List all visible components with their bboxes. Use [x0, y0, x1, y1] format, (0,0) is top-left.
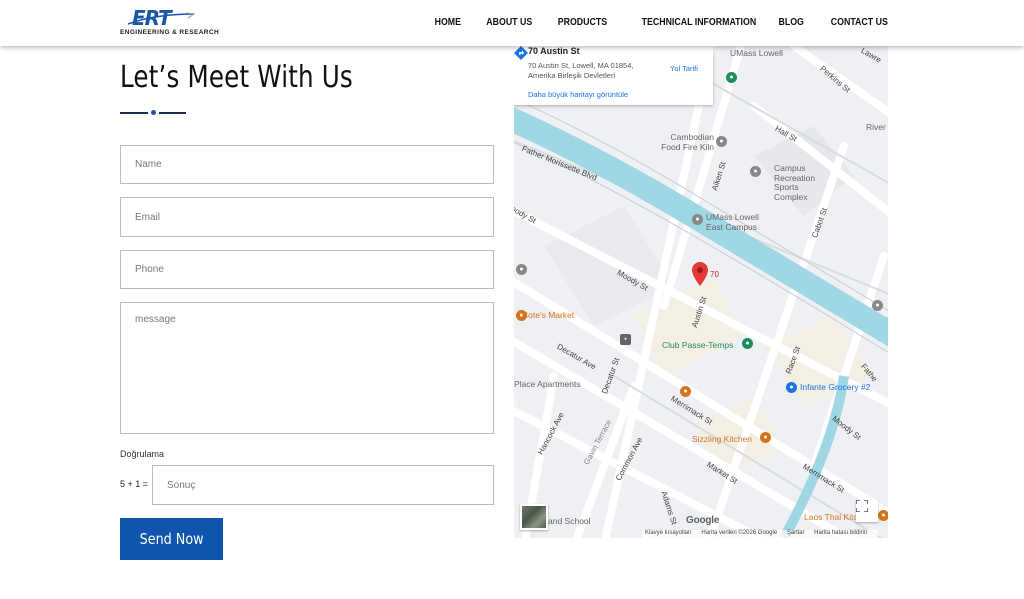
page: ERT ENGINEERING & RESEARCH HOME ABOUT US… [0, 0, 1024, 599]
place-address: 70 Austin St, Lowell, MA 01854, Amerika … [528, 61, 634, 80]
title-divider-right [159, 112, 186, 114]
poi-sizzling-kitchen: Sizzling Kitchen [692, 434, 753, 444]
map-data-label: Harita verileri ©2026 Google [701, 530, 778, 536]
site-header: ERT ENGINEERING & RESEARCH HOME ABOUT US… [0, 0, 1024, 46]
captcha-question: 5 + 1 = [120, 479, 149, 489]
verification-label: Doğrulama [120, 449, 165, 459]
poi-cambodian: Cambodian Food Fire Kiln [661, 132, 714, 152]
send-now-label: Send Now [139, 530, 204, 548]
directions-label[interactable]: Yol Tarifi [670, 64, 698, 73]
restaurant-pin-icon[interactable]: ● [680, 386, 691, 397]
terms-link[interactable]: Şartlar [787, 530, 805, 536]
bus-stop-icon[interactable]: ▪ [620, 334, 631, 345]
place-pin-icon-left[interactable]: ● [516, 264, 527, 275]
marker-label: 70 [710, 270, 719, 279]
poi-infante-grocery: Infante Grocery #2 [800, 382, 871, 392]
google-map[interactable]: 70 Austin St 70 Austin St, Lowell, MA 01… [514, 46, 888, 538]
title-divider-left [120, 112, 148, 114]
satellite-toggle-button[interactable] [520, 504, 548, 530]
umass-lowell-pin-icon[interactable]: ● [726, 72, 737, 83]
map-canvas [514, 46, 888, 538]
email-input[interactable] [120, 197, 494, 237]
location-marker-icon[interactable] [692, 262, 708, 286]
report-error-link[interactable]: Harita hatası bildirin [814, 530, 867, 536]
fullscreen-button[interactable] [856, 500, 878, 522]
cambodian-pin-icon[interactable]: ● [716, 136, 727, 147]
main-nav: HOME ABOUT US PRODUCTS TECHNICAL INFORMA… [412, 17, 888, 28]
poi-umass-lowell: UMass Lowell [730, 48, 783, 58]
google-logo[interactable]: Google [686, 515, 719, 526]
keyboard-shortcuts-link[interactable]: Klavye kısayolları [645, 530, 692, 536]
poi-and-school: and School [548, 516, 591, 526]
map-attribution: Klavye kısayolları Harita verileri ©2026… [642, 530, 879, 538]
logo-text: ERT [132, 6, 172, 30]
nav-products[interactable]: PRODUCTS [558, 17, 607, 28]
poi-umass-east: UMass Lowell East Campus [706, 212, 759, 232]
send-now-button[interactable]: Send Now [120, 518, 223, 560]
captcha-answer-input[interactable] [152, 465, 494, 505]
place-info-card: 70 Austin St 70 Austin St, Lowell, MA 01… [514, 46, 713, 105]
ert-logo[interactable]: ERT ENGINEERING & RESEARCH [118, 6, 220, 40]
name-input[interactable] [120, 145, 494, 184]
place-pin-icon[interactable]: ● [872, 300, 883, 311]
view-larger-map-link[interactable]: Daha büyük haritayı görüntüle [528, 90, 628, 99]
infante-pin-icon[interactable]: ● [786, 382, 797, 393]
nav-about-us[interactable]: ABOUT US [486, 17, 532, 28]
poi-laos-thai: Laos Thai Kitc [804, 512, 858, 522]
directions-icon[interactable] [514, 46, 528, 60]
poi-cotes-market: Cote's Market [522, 310, 575, 320]
campus-rec-pin-icon[interactable]: ● [750, 166, 761, 177]
nav-home[interactable]: HOME [434, 17, 460, 28]
nav-technical-information[interactable]: TECHNICAL INFORMATION [642, 17, 757, 28]
umass-east-pin-icon[interactable]: ● [692, 214, 703, 225]
nav-contact-us[interactable]: CONTACT US [831, 17, 888, 28]
club-pin-icon[interactable]: ● [742, 338, 753, 349]
fullscreen-icon [856, 500, 868, 512]
title-divider-dot [151, 110, 156, 115]
nav-blog[interactable]: BLOG [779, 17, 804, 28]
laos-pin-icon[interactable]: ● [878, 510, 888, 521]
poi-campus-rec: Campus Recreation Sports Complex [774, 163, 816, 202]
sizzling-pin-icon[interactable]: ● [760, 432, 771, 443]
poi-place-apartments: Place Apartments [514, 379, 581, 389]
phone-input[interactable] [120, 250, 494, 289]
logo-subtitle: ENGINEERING & RESEARCH [120, 29, 220, 36]
page-title: Let’s Meet With Us [120, 60, 353, 95]
poi-river: River [866, 122, 886, 132]
place-title: 70 Austin St [528, 46, 580, 56]
poi-club-passe-temps: Club Passe-Temps [662, 340, 734, 350]
message-textarea[interactable] [120, 302, 494, 434]
